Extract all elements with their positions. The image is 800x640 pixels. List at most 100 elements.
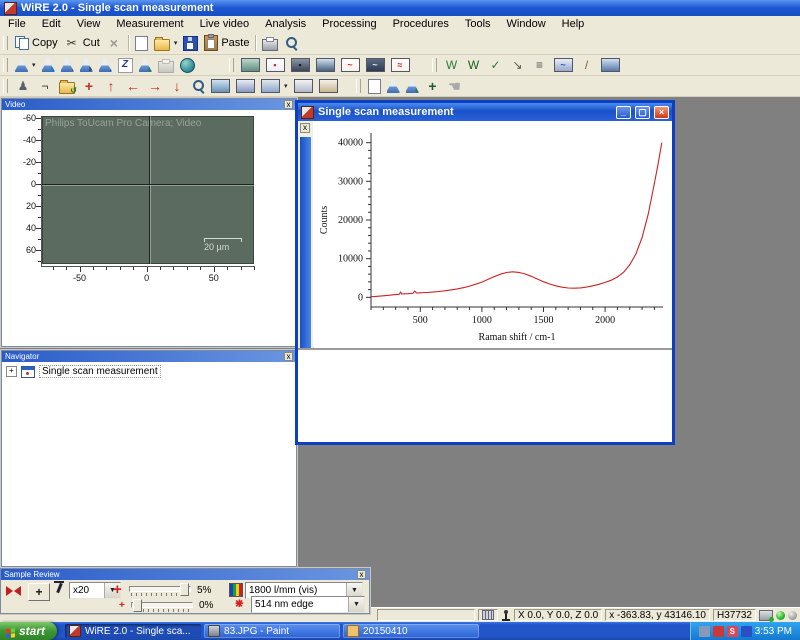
toolbar-grip[interactable] — [432, 58, 437, 72]
slider-handle[interactable] — [133, 599, 142, 612]
queue-measurement-button[interactable]: ● — [59, 57, 76, 73]
zoom-video-button[interactable] — [189, 78, 207, 94]
start-button[interactable]: start — [0, 622, 57, 640]
slope-tool-button[interactable]: / — [577, 57, 597, 74]
spectrum-title-bar[interactable]: Single scan measurement _ ▢ × — [298, 103, 672, 121]
print-preview-button[interactable] — [282, 35, 300, 51]
tray-s-icon[interactable]: S — [727, 626, 738, 637]
montage-viewer-button[interactable] — [314, 57, 337, 73]
move-down-button[interactable]: ↓ — [167, 78, 187, 95]
taskbar-task-3[interactable]: 20150410 — [343, 624, 479, 638]
laser-power-slider-2[interactable] — [131, 598, 193, 613]
abort-measurement-button[interactable]: ✂ — [78, 57, 95, 73]
z-scan-button[interactable]: Z — [116, 57, 135, 74]
sample-review-title-bar[interactable]: Sample Review x — [1, 569, 369, 580]
spectrum-viewer-button[interactable]: ~ — [339, 57, 362, 73]
close-icon[interactable]: x — [284, 100, 293, 109]
laser-power-slider[interactable] — [129, 582, 191, 597]
overlay-viewer-button[interactable]: ≈ — [389, 57, 412, 73]
video-view[interactable]: Philips ToUcam Pro Camera; Video20 µm-60… — [2, 110, 294, 332]
tray-monitor-icon[interactable] — [699, 626, 710, 637]
move-up-button[interactable]: ↑ — [101, 78, 121, 95]
chevron-down-icon[interactable]: ▼ — [348, 597, 364, 612]
edit-view-button[interactable] — [317, 78, 340, 94]
menu-help[interactable]: Help — [554, 17, 593, 31]
report-panel[interactable] — [298, 350, 672, 442]
open-button[interactable]: ▾ — [152, 35, 180, 52]
paste-button[interactable]: Paste — [202, 34, 251, 52]
expander-icon[interactable]: + — [6, 366, 17, 377]
sample-restore-button[interactable]: ↺ — [404, 78, 421, 94]
window-split-dropdown-icon[interactable]: ▾ — [284, 82, 288, 90]
repeat-measurement-button[interactable]: ↺ — [137, 57, 154, 73]
new-document-button[interactable] — [133, 35, 150, 52]
save-button[interactable] — [181, 35, 200, 52]
new-measurement-dropdown-icon[interactable]: ▾ — [32, 61, 36, 69]
calibration-w1-button[interactable]: W — [442, 57, 462, 74]
toolbar-grip[interactable] — [356, 79, 361, 93]
image-layout-button[interactable] — [234, 78, 257, 94]
save-measurement-button[interactable]: ■ — [97, 57, 114, 73]
toolbar-grip[interactable] — [3, 36, 8, 50]
tray-alert-icon[interactable] — [713, 626, 724, 637]
capture-image-button[interactable] — [209, 78, 232, 94]
calibration-w2-button[interactable]: W — [464, 57, 484, 74]
camera-viewer-button[interactable]: ▪ — [289, 57, 312, 73]
chart-box-button[interactable]: ~ — [552, 57, 575, 73]
print-button[interactable] — [260, 35, 280, 52]
center-stage-button[interactable]: + — [423, 78, 443, 95]
pan-disabled-button[interactable]: ☚ — [445, 78, 465, 95]
close-viewer-icon[interactable]: x — [300, 123, 310, 133]
close-icon[interactable]: × — [654, 106, 669, 119]
toolbar-grip[interactable] — [3, 58, 8, 72]
minimize-icon[interactable]: _ — [616, 106, 631, 119]
tray-app-icon[interactable] — [741, 626, 752, 637]
laser-select[interactable]: 514 nm edge ▼ — [251, 596, 365, 613]
step-sequence-button[interactable]: ≡ — [530, 57, 550, 74]
main-title-bar[interactable]: WiRE 2.0 - Single scan measurement — [0, 0, 800, 16]
video-viewer-button[interactable] — [239, 57, 262, 73]
taskbar-task-2[interactable]: 83.JPG - Paint — [204, 624, 340, 638]
menu-window[interactable]: Window — [499, 17, 554, 31]
delete-button[interactable]: × — [104, 35, 124, 52]
menu-file[interactable]: File — [0, 17, 34, 31]
open-dropdown-icon[interactable]: ▾ — [174, 39, 178, 47]
menu-analysis[interactable]: Analysis — [257, 17, 314, 31]
probe-button[interactable]: ¬ — [35, 78, 55, 95]
navigator-title-bar[interactable]: Navigator x — [2, 351, 296, 362]
move-right-button[interactable]: → — [145, 78, 165, 95]
copy-button[interactable]: Copy — [13, 35, 60, 51]
user-button[interactable]: ♟ — [13, 78, 33, 95]
menu-view[interactable]: View — [69, 17, 109, 31]
monitor-button[interactable] — [599, 57, 622, 73]
laser-shutter-icon[interactable] — [6, 585, 21, 597]
maximize-icon[interactable]: ▢ — [635, 106, 650, 119]
clock[interactable]: 3:53 PM — [755, 626, 792, 637]
menu-procedures[interactable]: Procedures — [385, 17, 457, 31]
print-disabled-button[interactable] — [156, 57, 176, 74]
sample-flask-button[interactable] — [385, 78, 402, 94]
taskbar-task-1[interactable]: WiRE 2.0 - Single sca... — [65, 624, 201, 638]
origin-xy-button[interactable]: ↘ — [508, 57, 528, 74]
menu-processing[interactable]: Processing — [314, 17, 384, 31]
spectrum-chart[interactable]: 010000200003000040000500100015002000Rama… — [313, 121, 672, 347]
stage-joystick-button[interactable]: + — [28, 583, 50, 601]
new-measurement-button[interactable]: ▾ — [13, 57, 38, 73]
annotate-button[interactable] — [292, 78, 315, 94]
toolbar-grip[interactable] — [229, 58, 234, 72]
move-stage-button[interactable]: + — [79, 78, 99, 95]
close-icon[interactable]: x — [357, 570, 366, 579]
report-page-button[interactable] — [366, 78, 383, 95]
cut-button[interactable]: ✂Cut — [62, 35, 102, 52]
live-spectrum-viewer-button[interactable]: ~ — [364, 57, 387, 73]
refresh-folder-button[interactable]: ↺ — [57, 78, 77, 95]
run-measurement-button[interactable]: ▶ — [40, 57, 57, 73]
toolbar-grip[interactable] — [3, 79, 8, 93]
connect-button[interactable] — [178, 57, 197, 74]
menu-measurement[interactable]: Measurement — [108, 17, 191, 31]
navigator-tree-item[interactable]: + Single scan measurement — [2, 362, 296, 381]
tree-item-label[interactable]: Single scan measurement — [39, 365, 161, 378]
menu-edit[interactable]: Edit — [34, 17, 69, 31]
video-title-bar[interactable]: Video x — [2, 99, 296, 110]
calibration-check-button[interactable]: ✓ — [486, 57, 506, 74]
